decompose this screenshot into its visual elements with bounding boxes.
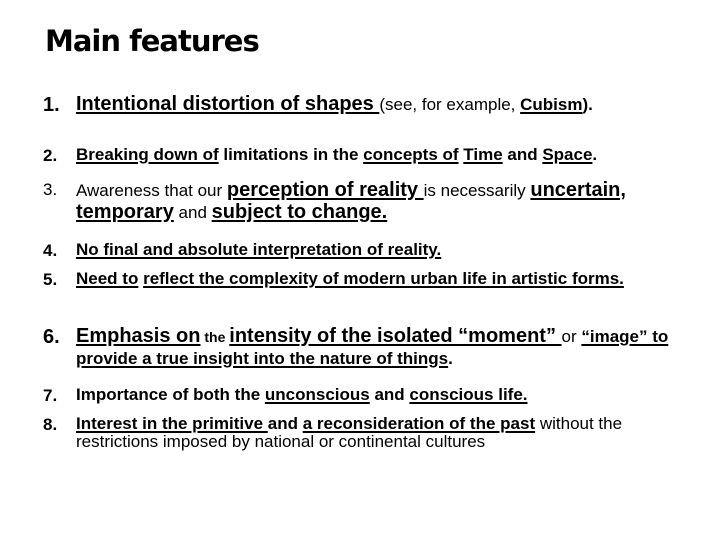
list-number: 7. [43, 386, 58, 405]
feature-item-2: 2. Breaking down of limitations in the co… [43, 145, 720, 166]
text-segment: and [267, 414, 303, 433]
text-segment: ). [582, 95, 593, 114]
text-segment: . [448, 348, 453, 368]
text-segment: and [173, 202, 212, 222]
list-item-text: Breaking down of limitations in the conc… [76, 145, 720, 166]
list-number: 2. [43, 146, 58, 165]
feature-item-1: 1. Intentional distortion of shapes (see,… [43, 93, 653, 117]
text-segment: and [502, 145, 543, 164]
feature-item-6: 6. Emphasis on the intensity of the isola… [43, 325, 683, 369]
list-number: 8. [43, 415, 58, 434]
emphasized-phrase: uncertain, [530, 179, 626, 201]
emphasized-phrase: conscious life. [409, 385, 528, 404]
emphasized-phrase: Breaking down of [76, 145, 219, 164]
text-segment: limitations in the [218, 145, 364, 164]
list-item-text: Intentional distortion of shapes (see, f… [76, 93, 653, 117]
emphasized-phrase: concepts of [363, 145, 459, 164]
emphasized-phrase: Space [542, 145, 593, 164]
slide-title: Main features [45, 24, 260, 58]
text-segment: or [561, 327, 582, 346]
emphasized-phrase: Intentional distortion of shapes [76, 93, 380, 115]
list-number: 3. [43, 180, 58, 199]
emphasized-phrase: Need to [76, 269, 139, 288]
emphasized-phrase: Emphasis on [76, 325, 201, 347]
emphasized-phrase: temporary [76, 200, 174, 223]
list-item-text: Need to reflect the complexity of modern… [76, 269, 693, 290]
text-segment: (see, for example, [379, 95, 521, 114]
list-item-text: No final and absolute interpretation of … [76, 240, 703, 261]
list-item-text: Awareness that our perception of reality… [76, 179, 663, 223]
emphasized-phrase: Time [463, 145, 503, 164]
emphasized-phrase: a reconsideration of the past [302, 414, 536, 433]
emphasized-phrase: intensity of the isolated “moment” [229, 325, 562, 347]
emphasized-phrase: reflect the complexity of modern urban l… [143, 269, 624, 288]
emphasized-phrase: Interest in the primitive [76, 414, 268, 433]
feature-item-8: 8. Interest in the primitive and a recons… [43, 414, 663, 452]
slide: Main features 1. Intentional distortion o… [0, 0, 720, 540]
feature-item-4: 4. No final and absolute interpretation o… [43, 240, 703, 261]
emphasized-phrase: No final and absolute interpretation of … [76, 240, 442, 259]
list-number: 5. [43, 270, 58, 289]
emphasized-phrase: perception of reality [226, 179, 424, 201]
text-segment: and [369, 385, 410, 404]
feature-item-5: 5. Need to reflect the complexity of mode… [43, 269, 693, 290]
text-segment: is necessarily [423, 181, 531, 200]
list-item-text: Emphasis on the intensity of the isolate… [76, 325, 683, 369]
text-segment: . [592, 145, 598, 164]
list-item-text: Interest in the primitive and a reconsid… [76, 414, 663, 452]
emphasized-phrase: unconscious [264, 385, 370, 404]
list-number: 4. [43, 241, 58, 260]
text-segment: the [200, 329, 230, 345]
text-segment: Awareness that our [76, 181, 227, 200]
list-number: 6. [43, 326, 60, 348]
feature-item-3: 3. Awareness that our perception of reali… [43, 179, 663, 223]
list-item-text: Importance of both the unconscious and c… [76, 385, 703, 406]
list-number: 1. [43, 94, 60, 116]
feature-item-7: 7. Importance of both the unconscious and… [43, 385, 703, 406]
emphasized-phrase: Cubism [520, 95, 583, 114]
emphasized-phrase: subject to change. [211, 200, 388, 223]
text-segment: Importance of both the [76, 385, 265, 404]
